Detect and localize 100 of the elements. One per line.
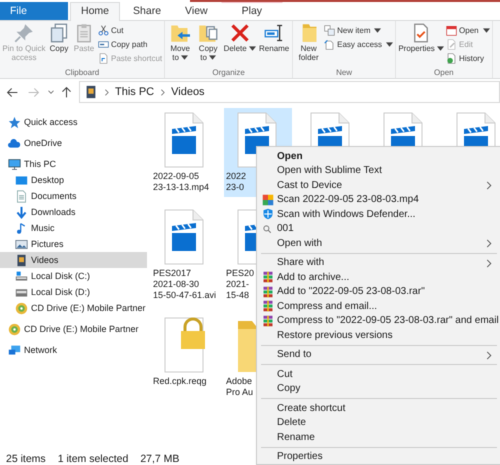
sidebar-item[interactable]: Music <box>0 220 147 236</box>
breadcrumb[interactable]: This PC <box>115 86 154 98</box>
squares-icon <box>262 194 274 206</box>
file-name: Red.cpk.reqg <box>153 376 207 387</box>
file-item[interactable]: Red.cpk.reqg <box>151 313 219 391</box>
text-field-icon <box>98 39 109 50</box>
pin-icon <box>14 23 34 43</box>
archive-icon <box>262 314 274 327</box>
ribbon-button[interactable]: History <box>446 52 490 65</box>
ribbon-button[interactable]: Copy path <box>98 38 162 51</box>
menu-item[interactable]: Share with <box>257 256 500 270</box>
menu-item[interactable]: Scan 2022-09-05 23-08-03.mp4 <box>257 192 500 207</box>
network-icon <box>8 344 21 356</box>
back-arrow-icon <box>6 86 19 98</box>
sidebar-item[interactable]: Videos <box>0 252 147 268</box>
document-icon <box>98 53 109 64</box>
group-label: Organize <box>212 67 245 78</box>
folder-arrow-icon <box>170 23 190 43</box>
menu-item[interactable]: Compress and email... <box>257 299 500 314</box>
clipboard-icon <box>74 23 94 43</box>
ribbon-button[interactable]: New folder <box>295 22 322 67</box>
ribbon-tab[interactable]: Share <box>122 2 172 20</box>
sidebar-item[interactable]: CD Drive (E:) Mobile Partner <box>0 300 147 316</box>
menu-item[interactable]: Delete <box>257 416 500 430</box>
archive-icon <box>262 286 274 298</box>
sidebar-item[interactable]: Quick access <box>0 114 147 130</box>
archive-icon <box>262 271 274 284</box>
file-name: PES2017 2021-08-30 15-50-47-61.avi <box>153 268 216 301</box>
menu-item[interactable]: Copy <box>257 382 500 396</box>
music-icon <box>15 222 28 234</box>
ribbon-button[interactable]: Easy access <box>324 38 394 51</box>
ribbon-button[interactable]: Copy to <box>195 22 222 67</box>
search-icon <box>262 224 272 234</box>
ribbon-tab[interactable]: Play <box>220 2 284 20</box>
item-count: 25 items <box>6 453 46 465</box>
selection-info: 1 item selected <box>58 453 128 465</box>
cd-icon <box>8 322 21 336</box>
menu-item[interactable]: Open <box>257 149 500 164</box>
menu-item[interactable]: Create shortcut <box>257 401 500 416</box>
video-icon <box>15 254 28 266</box>
sidebar-item[interactable]: Documents <box>0 188 147 204</box>
menu-item[interactable]: Add to archive... <box>257 270 500 284</box>
ribbon-button[interactable]: Properties <box>398 22 444 67</box>
menu-item[interactable]: Scan with Windows Defender... <box>257 207 500 222</box>
drive-icon <box>15 270 28 282</box>
file-name: PES20 2021- 15-48 <box>226 268 254 301</box>
ribbon-tab[interactable]: Home <box>70 2 120 21</box>
sidebar-item[interactable]: Network <box>0 342 147 358</box>
video-file-icon <box>163 112 205 168</box>
breadcrumb[interactable]: Videos <box>171 86 205 98</box>
menu-item[interactable]: Cast to Device <box>257 178 500 192</box>
forward-arrow-icon <box>27 86 40 98</box>
selection-size: 27,7 MB <box>140 453 180 465</box>
archive-icon <box>262 300 274 312</box>
group-label: Open <box>434 67 454 78</box>
sidebar-item[interactable]: Pictures <box>0 236 147 252</box>
sidebar-item[interactable]: This PC <box>0 156 147 172</box>
menu-item[interactable]: Add to "2022-09-05 23-08-03.rar" <box>257 284 500 299</box>
up-arrow-icon[interactable] <box>60 86 73 98</box>
menu-item[interactable]: Rename <box>257 430 500 444</box>
file-name: 2022-09-05 23-13-13.mp4 <box>153 171 210 193</box>
video-file-icon <box>163 209 205 265</box>
cd-icon <box>15 302 28 314</box>
ribbon-tab[interactable]: File <box>0 2 68 20</box>
menu-item[interactable]: Restore previous versions <box>257 328 500 342</box>
ribbon-button[interactable]: Move to <box>167 22 194 67</box>
group-label: Clipboard <box>64 67 100 78</box>
menu-item[interactable]: Send to <box>257 348 500 362</box>
file-item[interactable]: PES2017 2021-08-30 15-50-47-61.avi <box>151 205 219 305</box>
document-clock-icon <box>446 53 458 64</box>
menu-item[interactable]: Cut <box>257 367 500 382</box>
ribbon-button[interactable]: Delete <box>223 22 256 67</box>
file-item[interactable]: 2022-09-05 23-13-13.mp4 <box>151 108 219 197</box>
ribbon-button[interactable]: Cut <box>98 24 162 37</box>
ribbon-button[interactable]: Open <box>446 24 490 37</box>
sidebar-item[interactable]: OneDrive <box>0 135 147 151</box>
group-label: New <box>336 67 352 78</box>
sidebar-item[interactable]: CD Drive (E:) Mobile Partner <box>0 321 147 337</box>
document-pen-icon <box>446 39 458 50</box>
menu-item[interactable]: Open with <box>257 236 500 250</box>
ribbon-button[interactable]: Copy <box>48 22 70 67</box>
menu-item[interactable]: Properties <box>257 450 500 464</box>
address-bar[interactable]: This PC Videos <box>79 81 500 103</box>
sidebar-item[interactable]: Local Disk (D:) <box>0 284 147 300</box>
sidebar-item[interactable]: Local Disk (C:) <box>0 268 147 284</box>
picture-icon <box>15 238 28 250</box>
file-name: 2022 23-0 <box>226 171 246 193</box>
ribbon-button[interactable]: Rename <box>258 22 290 67</box>
document-icon <box>324 39 336 50</box>
menu-item[interactable]: Compress to "2022-09-05 23-08-03.rar" and email <box>257 314 500 328</box>
ribbon-button[interactable]: New item <box>324 24 394 37</box>
download-icon <box>15 206 28 218</box>
desktop-icon <box>15 174 28 186</box>
file-name: Adobe Pro Au <box>226 376 254 398</box>
menu-item[interactable]: 001 <box>257 222 500 236</box>
squares-icon <box>324 25 336 36</box>
sidebar-item[interactable]: Desktop <box>0 172 147 188</box>
menu-item[interactable]: Open with Sublime Text <box>257 164 500 178</box>
sidebar-item[interactable]: Downloads <box>0 204 147 220</box>
ribbon-tab[interactable]: View <box>174 2 219 20</box>
